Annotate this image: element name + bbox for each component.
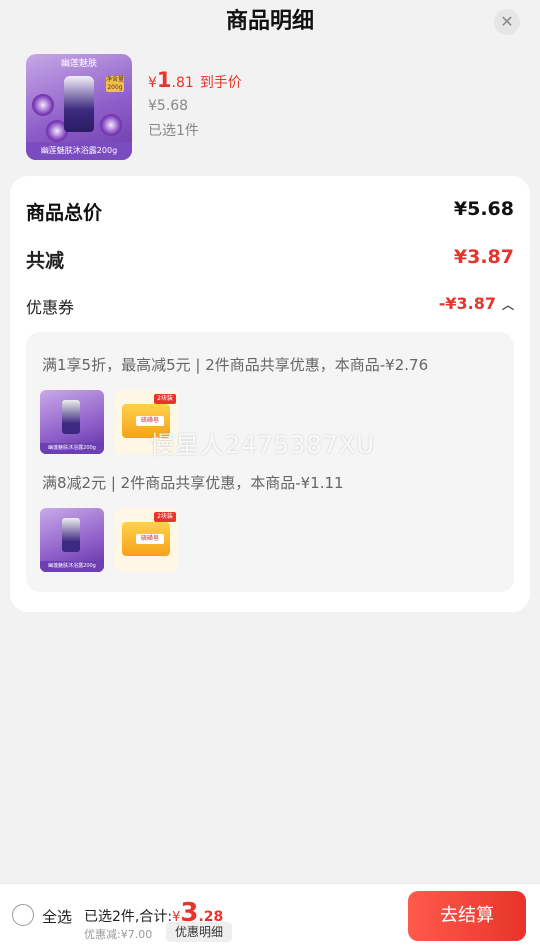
promotion-text: 满8减2元 | 2件商品共享优惠，本商品-¥1.11 — [42, 474, 344, 492]
soap-tag: 2块装 — [154, 394, 176, 404]
coupon-label: 优惠券 — [26, 298, 75, 317]
weight-badge: 净含量200g — [106, 76, 125, 92]
thumbnail-caption: 幽莲魅肤沐浴露200g — [40, 561, 104, 572]
bottle-image — [62, 518, 80, 552]
reduction-value: ¥3.87 — [453, 246, 514, 268]
cart-total-prefix: 已选2件,合计: — [84, 909, 173, 925]
product-summary: 幽莲魅肤 净含量200g 幽莲魅肤沐浴露200g ¥1.81 到手价 ¥5.68 … — [26, 54, 516, 164]
final-price-integer: 1 — [156, 68, 172, 92]
reduction-label: 共减 — [26, 250, 65, 272]
product-thumbnail-small: 幽莲魅肤沐浴露200g — [40, 390, 104, 454]
final-price: ¥1.81 到手价 — [148, 68, 242, 92]
header: 商品明细 ✕ — [0, 0, 540, 44]
soap-label: 硫磺皂 — [136, 534, 164, 544]
product-thumbnail-small: 幽莲魅肤沐浴露200g — [40, 508, 104, 572]
coupon-value: -¥3.87 — [438, 294, 496, 313]
product-thumbnail: 幽莲魅肤 净含量200g 幽莲魅肤沐浴露200g — [26, 54, 132, 160]
promotion-box: 满1享5折，最高减5元 | 2件商品共享优惠，本商品-¥2.76 幽莲魅肤沐浴露… — [26, 332, 514, 592]
discount-summary: 优惠减:¥7.00 — [84, 928, 153, 941]
soap-tag: 2块装 — [154, 512, 176, 522]
thumbnail-caption: 幽莲魅肤沐浴露200g — [40, 443, 104, 454]
chevron-up-icon[interactable]: ︿ — [502, 296, 514, 313]
discount-detail-button[interactable]: 优惠明细 — [166, 922, 232, 942]
bottom-bar: 全选 已选2件,合计:¥3.28 优惠减:¥7.00 优惠明细 去结算 — [0, 883, 540, 949]
product-thumbnail-small: 硫磺皂 2块装 — [114, 508, 178, 572]
bottle-image — [64, 76, 94, 132]
selected-count: 已选1件 — [148, 123, 199, 139]
product-info: ¥1.81 到手价 ¥5.68 已选1件 — [148, 68, 242, 140]
watermark: 慢星人2475387XU — [150, 431, 375, 459]
price-detail-card: 商品总价 ¥5.68 共减 ¥3.87 优惠券 -¥3.87 ︿ 满1享5折，最高… — [10, 176, 530, 612]
select-all-radio[interactable] — [12, 904, 34, 926]
promotion-text: 满1享5折，最高减5元 | 2件商品共享优惠，本商品-¥2.76 — [42, 356, 429, 374]
bottle-image — [62, 400, 80, 434]
thumbnail-brand: 幽莲魅肤 — [60, 59, 97, 69]
total-price-value: ¥5.68 — [453, 198, 514, 220]
flower-decoration — [100, 114, 122, 136]
final-price-currency: ¥ — [148, 75, 157, 91]
select-all-label[interactable]: 全选 — [42, 906, 72, 927]
total-price-label: 商品总价 — [26, 202, 103, 224]
flower-decoration — [32, 94, 54, 116]
coupon-value-wrap: -¥3.87 ︿ — [439, 294, 514, 313]
final-price-decimal: .81 — [171, 75, 194, 91]
page-title: 商品明细 — [225, 9, 314, 34]
close-icon[interactable]: ✕ — [494, 9, 520, 35]
checkout-button[interactable]: 去结算 — [408, 891, 526, 941]
thumbnail-caption: 幽莲魅肤沐浴露200g — [26, 142, 132, 160]
final-price-tag: 到手价 — [199, 75, 242, 91]
original-price: ¥5.68 — [148, 98, 189, 114]
